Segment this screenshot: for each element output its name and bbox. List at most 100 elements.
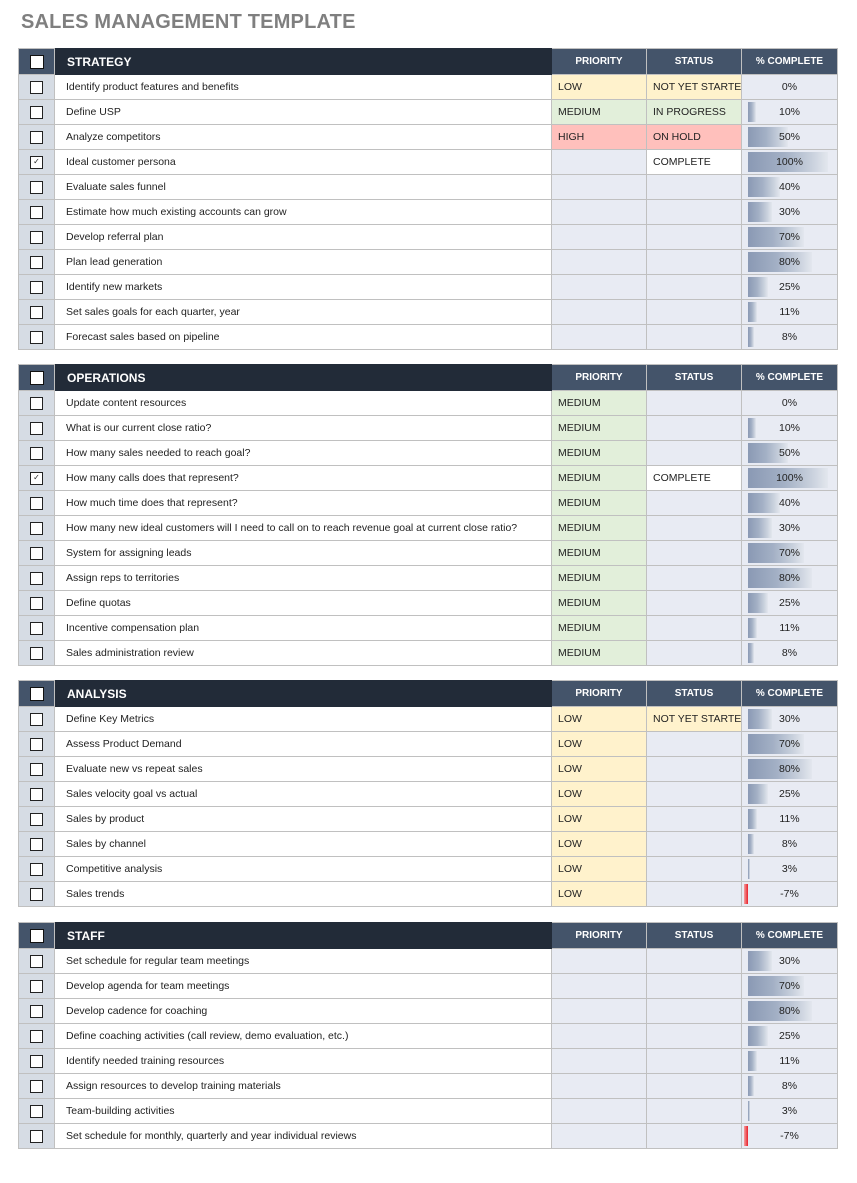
checkbox-cell[interactable] bbox=[18, 1098, 55, 1124]
status-cell[interactable] bbox=[646, 831, 742, 857]
task-checkbox[interactable] bbox=[30, 330, 43, 344]
checkbox-cell[interactable] bbox=[18, 199, 55, 225]
percent-complete-cell[interactable]: 3% bbox=[741, 1098, 838, 1124]
checkbox-cell[interactable] bbox=[18, 731, 55, 757]
checkbox-cell[interactable] bbox=[18, 174, 55, 200]
status-cell[interactable] bbox=[646, 390, 742, 416]
status-cell[interactable] bbox=[646, 856, 742, 882]
priority-cell[interactable]: MEDIUM bbox=[551, 590, 647, 616]
checkbox-cell[interactable] bbox=[18, 565, 55, 591]
percent-complete-cell[interactable]: -7% bbox=[741, 881, 838, 907]
task-name[interactable]: Develop cadence for coaching bbox=[54, 998, 552, 1024]
percent-complete-cell[interactable]: 0% bbox=[741, 74, 838, 100]
task-checkbox[interactable] bbox=[30, 305, 43, 319]
task-name[interactable]: Update content resources bbox=[54, 390, 552, 416]
checkbox-cell[interactable] bbox=[18, 998, 55, 1024]
task-checkbox[interactable] bbox=[30, 1079, 43, 1093]
status-cell[interactable] bbox=[646, 540, 742, 566]
checkbox-cell[interactable] bbox=[18, 1048, 55, 1074]
task-name[interactable]: How many calls does that represent? bbox=[54, 465, 552, 491]
task-checkbox[interactable] bbox=[30, 621, 43, 635]
status-cell[interactable] bbox=[646, 1123, 742, 1149]
priority-cell[interactable]: MEDIUM bbox=[551, 465, 647, 491]
status-cell[interactable] bbox=[646, 299, 742, 325]
percent-complete-cell[interactable]: 30% bbox=[741, 948, 838, 974]
task-name[interactable]: Assign resources to develop training mat… bbox=[54, 1073, 552, 1099]
checkbox-cell[interactable] bbox=[18, 540, 55, 566]
priority-cell[interactable] bbox=[551, 299, 647, 325]
priority-cell[interactable] bbox=[551, 998, 647, 1024]
checkbox-cell[interactable] bbox=[18, 881, 55, 907]
select-all-cell[interactable] bbox=[18, 922, 55, 949]
percent-complete-cell[interactable]: 10% bbox=[741, 99, 838, 125]
priority-cell[interactable]: LOW bbox=[551, 831, 647, 857]
priority-cell[interactable] bbox=[551, 1098, 647, 1124]
task-checkbox[interactable] bbox=[30, 496, 43, 510]
task-name[interactable]: System for assigning leads bbox=[54, 540, 552, 566]
checkbox-cell[interactable] bbox=[18, 706, 55, 732]
percent-complete-cell[interactable]: 40% bbox=[741, 490, 838, 516]
checkbox-cell[interactable] bbox=[18, 756, 55, 782]
priority-cell[interactable] bbox=[551, 324, 647, 350]
select-all-cell[interactable] bbox=[18, 48, 55, 75]
checkbox-cell[interactable] bbox=[18, 390, 55, 416]
checkbox-cell[interactable] bbox=[18, 948, 55, 974]
status-cell[interactable] bbox=[646, 224, 742, 250]
priority-cell[interactable]: MEDIUM bbox=[551, 440, 647, 466]
status-cell[interactable] bbox=[646, 515, 742, 541]
task-name[interactable]: Competitive analysis bbox=[54, 856, 552, 882]
checkbox-cell[interactable] bbox=[18, 440, 55, 466]
priority-cell[interactable]: MEDIUM bbox=[551, 540, 647, 566]
task-name[interactable]: Set schedule for regular team meetings bbox=[54, 948, 552, 974]
task-name[interactable]: Evaluate sales funnel bbox=[54, 174, 552, 200]
task-name[interactable]: Incentive compensation plan bbox=[54, 615, 552, 641]
task-name[interactable]: Identify product features and benefits bbox=[54, 74, 552, 100]
priority-cell[interactable]: MEDIUM bbox=[551, 565, 647, 591]
task-checkbox[interactable] bbox=[30, 862, 43, 876]
task-name[interactable]: Define Key Metrics bbox=[54, 706, 552, 732]
percent-complete-cell[interactable]: 70% bbox=[741, 224, 838, 250]
percent-complete-cell[interactable]: -7% bbox=[741, 1123, 838, 1149]
percent-complete-cell[interactable]: 8% bbox=[741, 324, 838, 350]
percent-complete-cell[interactable]: 8% bbox=[741, 640, 838, 666]
task-checkbox[interactable] bbox=[30, 105, 43, 119]
status-cell[interactable] bbox=[646, 948, 742, 974]
status-cell[interactable] bbox=[646, 640, 742, 666]
task-checkbox[interactable] bbox=[30, 521, 43, 535]
task-checkbox[interactable] bbox=[30, 837, 43, 851]
task-checkbox[interactable] bbox=[30, 80, 43, 94]
percent-complete-cell[interactable]: 50% bbox=[741, 440, 838, 466]
priority-cell[interactable] bbox=[551, 1048, 647, 1074]
status-cell[interactable]: COMPLETE bbox=[646, 149, 742, 175]
task-name[interactable]: What is our current close ratio? bbox=[54, 415, 552, 441]
percent-complete-cell[interactable]: 50% bbox=[741, 124, 838, 150]
checkbox-cell[interactable] bbox=[18, 1073, 55, 1099]
task-name[interactable]: Sales trends bbox=[54, 881, 552, 907]
task-checkbox[interactable]: ✓ bbox=[30, 155, 43, 169]
priority-cell[interactable]: HIGH bbox=[551, 124, 647, 150]
priority-cell[interactable]: MEDIUM bbox=[551, 640, 647, 666]
status-cell[interactable] bbox=[646, 199, 742, 225]
status-cell[interactable] bbox=[646, 440, 742, 466]
percent-complete-cell[interactable]: 25% bbox=[741, 590, 838, 616]
priority-cell[interactable]: MEDIUM bbox=[551, 490, 647, 516]
task-checkbox[interactable] bbox=[30, 446, 43, 460]
task-checkbox[interactable] bbox=[30, 954, 43, 968]
task-checkbox[interactable] bbox=[30, 180, 43, 194]
status-cell[interactable]: NOT YET STARTED bbox=[646, 706, 742, 732]
percent-complete-cell[interactable]: 8% bbox=[741, 831, 838, 857]
task-name[interactable]: Ideal customer persona bbox=[54, 149, 552, 175]
checkbox-cell[interactable] bbox=[18, 249, 55, 275]
task-checkbox[interactable] bbox=[30, 396, 43, 410]
status-cell[interactable] bbox=[646, 490, 742, 516]
percent-complete-cell[interactable]: 11% bbox=[741, 1048, 838, 1074]
priority-cell[interactable] bbox=[551, 1023, 647, 1049]
priority-cell[interactable]: MEDIUM bbox=[551, 390, 647, 416]
task-checkbox[interactable] bbox=[30, 737, 43, 751]
priority-cell[interactable]: LOW bbox=[551, 881, 647, 907]
task-name[interactable]: Sales administration review bbox=[54, 640, 552, 666]
percent-complete-cell[interactable]: 11% bbox=[741, 806, 838, 832]
select-all-checkbox[interactable] bbox=[29, 54, 44, 69]
checkbox-cell[interactable] bbox=[18, 615, 55, 641]
checkbox-cell[interactable] bbox=[18, 299, 55, 325]
